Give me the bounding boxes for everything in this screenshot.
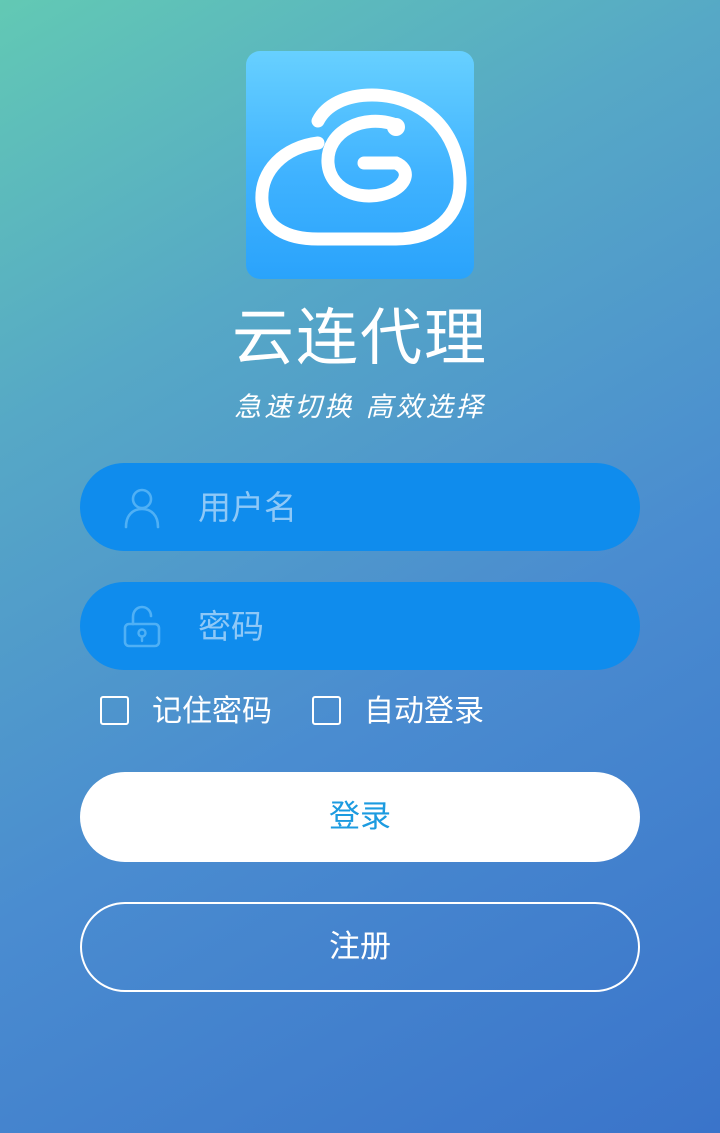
password-field[interactable] — [80, 582, 640, 670]
app-logo — [246, 51, 474, 279]
login-button[interactable]: 登录 — [80, 772, 640, 862]
remember-password-checkbox[interactable] — [100, 696, 129, 725]
lock-icon — [123, 605, 161, 648]
username-field[interactable] — [80, 463, 640, 551]
app-slogan: 急速切换 高效选择 — [234, 392, 486, 423]
password-input[interactable] — [198, 582, 598, 670]
login-screen: 云连代理 急速切换 高效选择 记住密码 自动登录 登录 注册 — [0, 0, 720, 1133]
auto-login-option[interactable]: 自动登录 — [312, 690, 492, 736]
auto-login-checkbox[interactable] — [312, 696, 341, 725]
cloud-g-logo-icon — [255, 88, 467, 246]
app-title: 云连代理 — [231, 301, 488, 374]
username-input[interactable] — [198, 463, 598, 551]
auto-login-label: 自动登录 — [364, 694, 484, 729]
user-icon — [124, 488, 160, 529]
remember-password-option[interactable]: 记住密码 — [100, 690, 280, 736]
remember-password-label: 记住密码 — [152, 694, 272, 729]
register-button[interactable]: 注册 — [80, 902, 640, 992]
